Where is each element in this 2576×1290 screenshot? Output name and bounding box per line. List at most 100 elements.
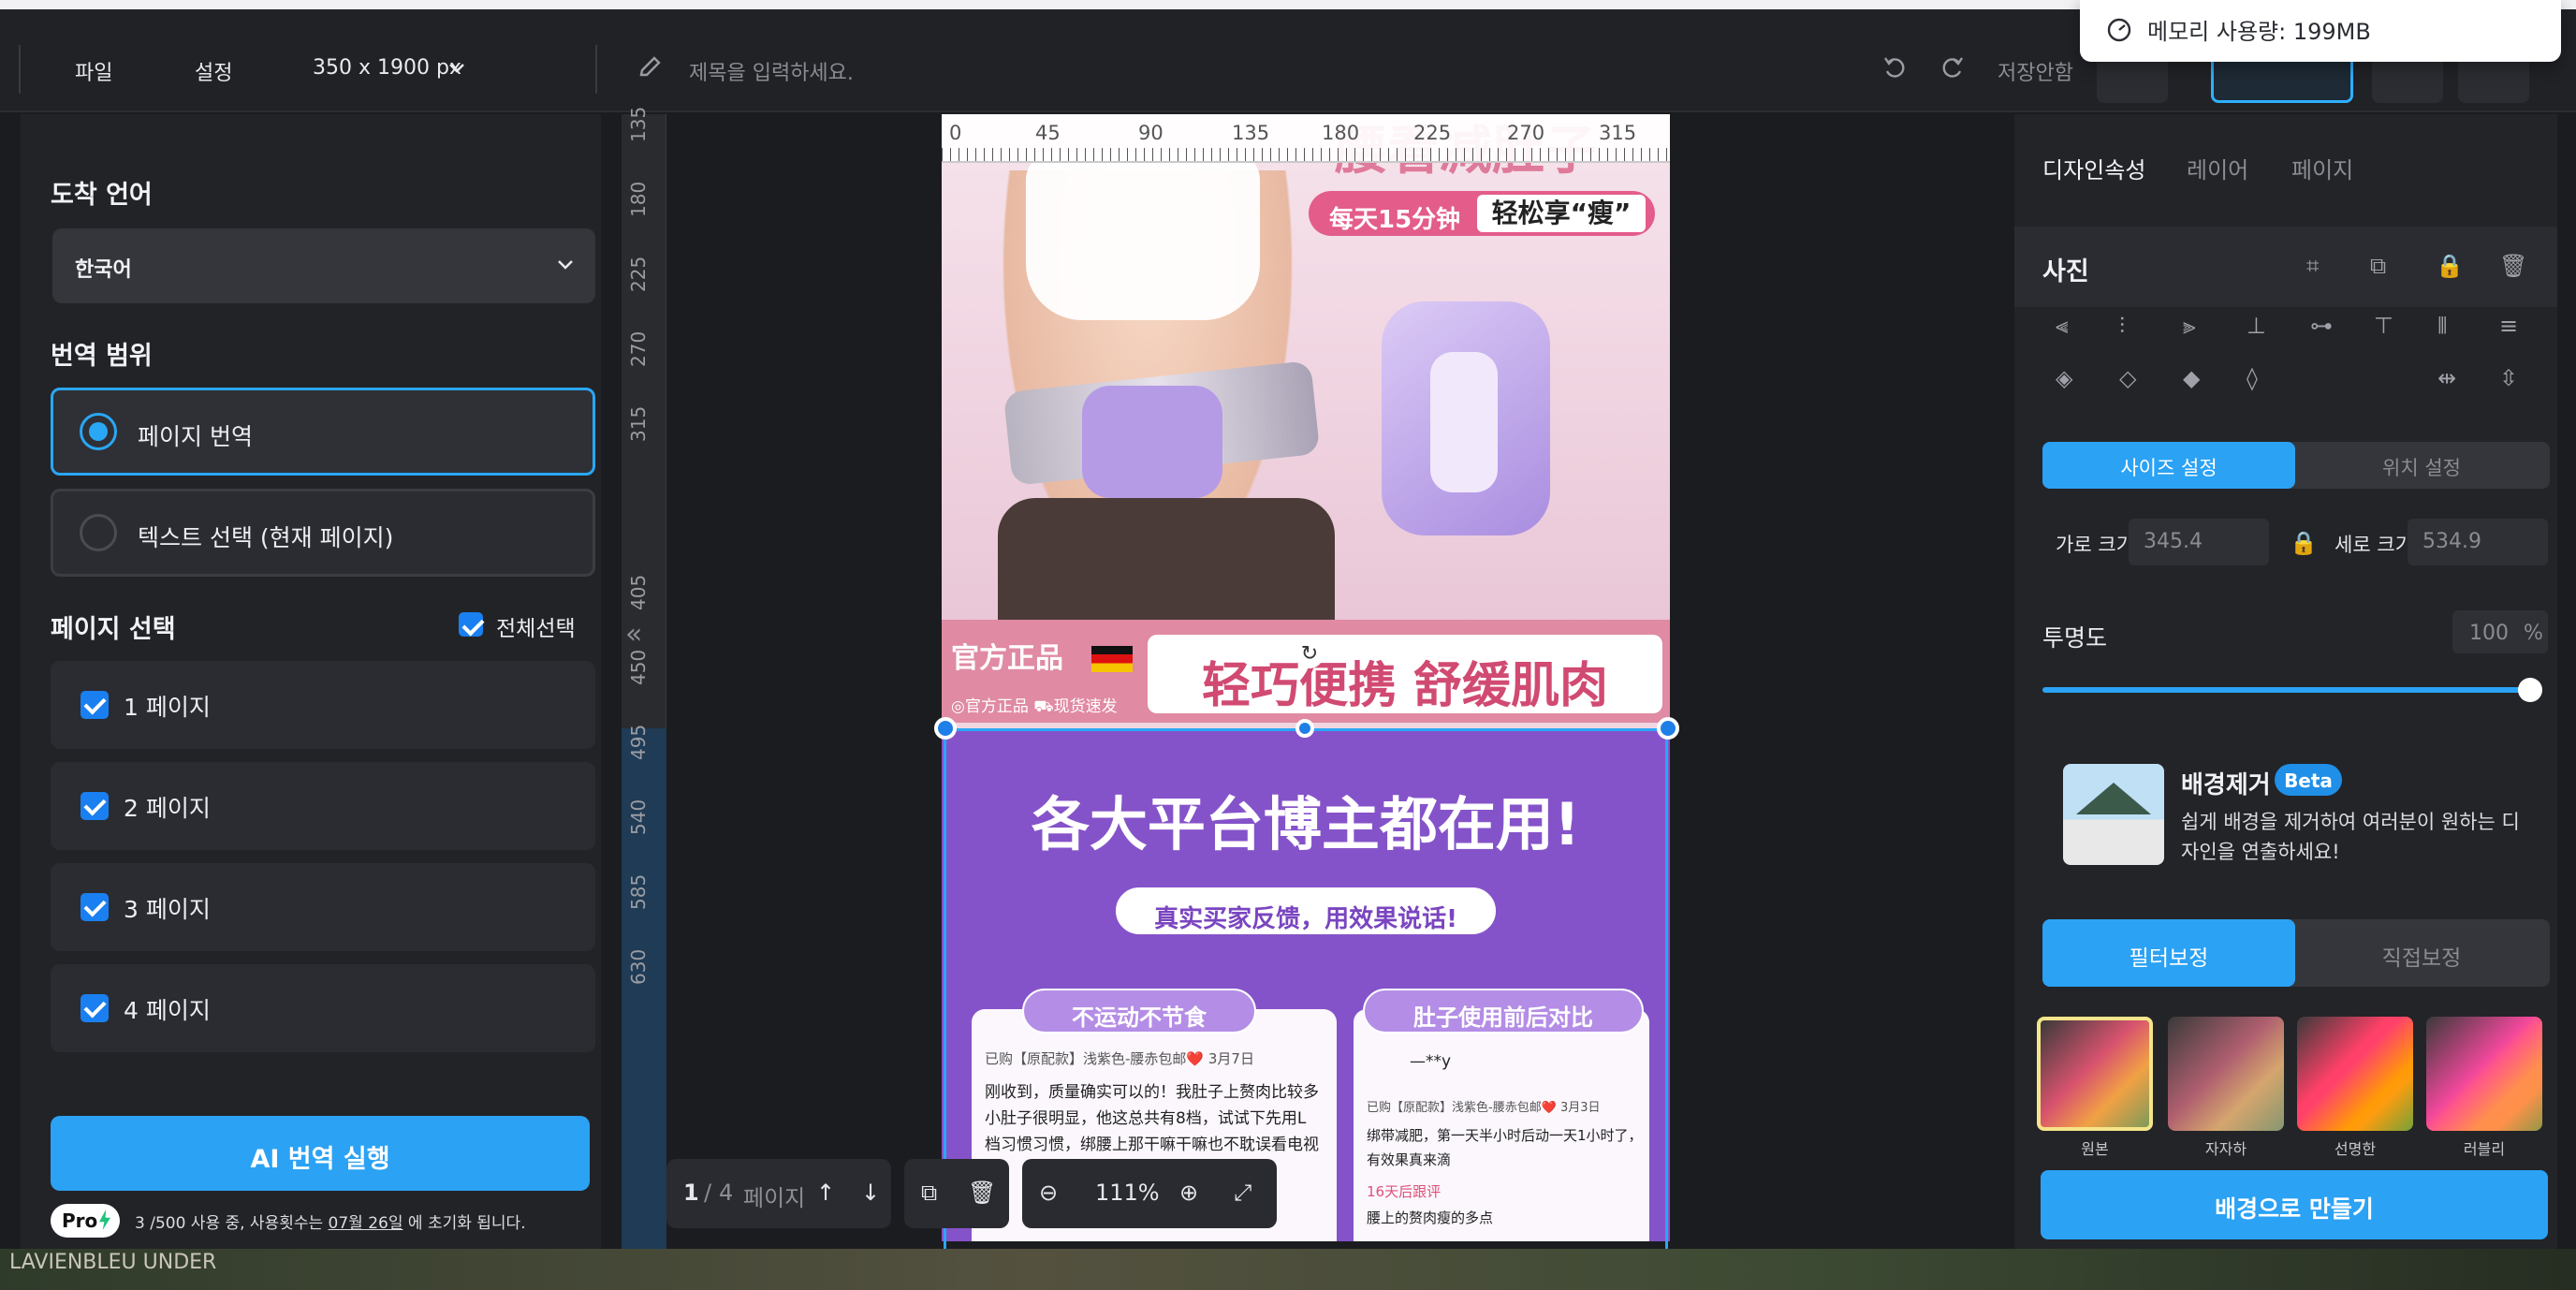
align-right-icon[interactable]: ⫸ (2183, 313, 2209, 339)
product-banner: 官方正品 ◎官方正品 ⛟现货速发 轻巧便携 舒缓肌肉 (942, 620, 1670, 723)
crop-icon[interactable]: ⌗ (2306, 253, 2320, 279)
filter-original[interactable] (2037, 1017, 2153, 1131)
send-back-icon[interactable]: ◊ (2247, 365, 2273, 391)
menu-settings[interactable]: 설정 (195, 56, 232, 86)
width-input[interactable]: 345.4 (2129, 519, 2269, 565)
ruler-label: 585 (627, 873, 650, 910)
opacity-unit: % (2524, 622, 2543, 645)
fit-screen-icon[interactable]: ⤢ (1234, 1180, 1251, 1206)
checkbox-checked-icon[interactable] (80, 994, 109, 1022)
bg-remove-title: 배경제거 (2181, 771, 2271, 799)
checkbox-checked-icon[interactable] (80, 792, 109, 820)
bring-forward-icon[interactable]: ◇ (2119, 365, 2145, 391)
distribute-h-icon[interactable]: ⦀ (2437, 313, 2464, 339)
page-item[interactable]: 3 페이지 (51, 863, 595, 951)
page-item-label: 3 페이지 (124, 896, 211, 923)
align-left-icon[interactable]: ⫷ (2056, 313, 2082, 339)
model-shorts (998, 498, 1335, 638)
product-device (1382, 301, 1550, 535)
align-bottom-icon[interactable]: ⊥ (2247, 313, 2273, 339)
page-current: 1 (683, 1180, 699, 1206)
product-photo-section[interactable]: 腰看减肚子 0 45 90 135 180 225 270 315 每天15分钟… (942, 114, 1670, 638)
undo-icon[interactable] (1881, 54, 1908, 81)
delete-page-icon[interactable]: 🗑 (968, 1180, 996, 1206)
page-total: 4 (719, 1180, 734, 1206)
filter-label: 자자하 (2204, 1140, 2247, 1158)
flip-horizontal-icon[interactable]: ⇹ (2437, 365, 2464, 391)
duplicate-icon[interactable]: ⧉ (2370, 253, 2386, 279)
ai-translate-button[interactable]: AI 번역 실행 (51, 1116, 590, 1191)
scope-option-text[interactable]: 텍스트 선택 (현재 페이지) (51, 489, 595, 577)
resize-handle[interactable] (1295, 719, 1314, 738)
opacity-slider-track[interactable] (2042, 687, 2533, 693)
zoom-in-icon[interactable]: ⊕ (1179, 1180, 1198, 1206)
add-page-icon[interactable]: ⧉ (921, 1180, 937, 1206)
tab-manual[interactable]: 직접보정 (2295, 940, 2548, 972)
aspect-lock-icon[interactable]: 🔒 (2290, 530, 2318, 556)
page-item[interactable]: 2 페이지 (51, 762, 595, 850)
pro-label: Pro (62, 1209, 98, 1232)
target-language-select[interactable]: 한국어 (52, 228, 595, 303)
menu-file[interactable]: 파일 (75, 56, 112, 86)
ruler-label: 540 (627, 799, 650, 835)
align-center-v-icon[interactable]: ⊶ (2310, 313, 2336, 339)
opacity-input[interactable]: 100 % (2452, 610, 2548, 653)
ruler-label: 315 (627, 405, 650, 442)
filter-lovely[interactable] (2426, 1017, 2542, 1131)
bring-front-icon[interactable]: ◈ (2056, 365, 2082, 391)
opacity-value: 100 (2469, 622, 2509, 645)
page-item[interactable]: 4 페이지 (51, 964, 595, 1052)
redo-icon[interactable] (1939, 54, 1966, 81)
chevron-down-icon[interactable] (447, 62, 466, 75)
select-all-checkbox[interactable] (459, 612, 483, 637)
horizontal-ruler: 0 45 90 135 180 225 270 315 (942, 114, 1670, 163)
title-input[interactable]: 제목을 입력하세요. (689, 56, 854, 86)
translation-panel: 도착 언어 한국어 번역 범위 페이지 번역 텍스트 선택 (현재 페이지) 페… (21, 114, 601, 1249)
height-input[interactable]: 534.9 (2408, 519, 2548, 565)
zoom-out-icon[interactable]: ⊖ (1039, 1180, 1058, 1206)
make-background-button[interactable]: 배경으로 만들기 (2041, 1170, 2548, 1239)
resize-handle[interactable] (1657, 717, 1679, 740)
page-down-icon[interactable]: ↓ (861, 1180, 880, 1206)
page-word: 페이지 (743, 1185, 806, 1211)
distribute-v-icon[interactable]: ≡ (2499, 313, 2525, 339)
checkbox-checked-icon[interactable] (80, 691, 109, 719)
tab-pages[interactable]: 페이지 (2291, 152, 2353, 184)
page-item[interactable]: 1 페이지 (51, 661, 595, 749)
page-up-icon[interactable]: ↑ (816, 1180, 835, 1206)
tab-layers[interactable]: 레이어 (2187, 152, 2248, 184)
chevron-down-icon (558, 260, 573, 270)
trash-icon[interactable]: 🗑 (2499, 253, 2527, 279)
promo-pill-right: 轻松享“瘦” (1477, 195, 1646, 232)
filter-vivid[interactable] (2297, 1017, 2413, 1131)
flip-vertical-icon[interactable]: ⇳ (2499, 365, 2525, 391)
scope-option-page[interactable]: 페이지 번역 (51, 388, 595, 476)
opacity-slider-knob[interactable] (2518, 678, 2542, 702)
ruler-label: 270 (627, 330, 650, 367)
belt-device (1082, 386, 1222, 498)
canvas-size-dropdown[interactable]: 350 x 1900 px (313, 56, 461, 80)
collapse-panel-icon[interactable]: « (625, 618, 642, 651)
ruler-label: 450 (627, 649, 650, 685)
usage-date: 07월 26일 (328, 1214, 403, 1233)
page-item-label: 2 페이지 (124, 795, 211, 822)
checkbox-checked-icon[interactable] (80, 893, 109, 921)
lock-icon[interactable]: 🔒 (2436, 253, 2464, 279)
usage-text: 3 /500 사용 중, 사용횟수는 07월 26일 에 초기화 됩니다. (135, 1209, 526, 1233)
zoom-level[interactable]: 111% (1095, 1180, 1160, 1206)
align-top-icon[interactable]: ⊤ (2374, 313, 2400, 339)
filter-natural[interactable] (2168, 1017, 2284, 1131)
align-center-h-icon[interactable]: ⫶ (2119, 313, 2145, 339)
send-backward-icon[interactable]: ◆ (2183, 365, 2209, 391)
tab-size[interactable]: 사이즈 설정 (2042, 453, 2295, 481)
rotate-handle-icon[interactable]: ↻ (1295, 640, 1324, 668)
page-item-label: 4 페이지 (124, 997, 211, 1024)
resize-handle[interactable] (934, 717, 957, 740)
tab-position[interactable]: 위치 설정 (2295, 453, 2548, 481)
ruler-label: 135 (627, 106, 650, 142)
vertical-ruler: 135 180 225 270 315 405 450 495 540 585 … (622, 107, 666, 1249)
tab-design[interactable]: 디자인속성 (2042, 152, 2145, 184)
tab-filter[interactable]: 필터보정 (2042, 940, 2295, 972)
divider (595, 45, 597, 94)
scope-option-label: 페이지 번역 (138, 423, 253, 450)
